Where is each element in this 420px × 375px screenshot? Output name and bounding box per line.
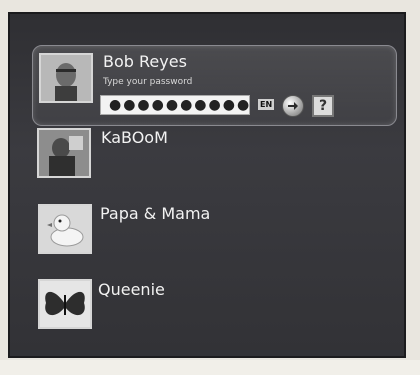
user-name-queenie[interactable]: Queenie — [98, 280, 165, 299]
password-hint: Type your password — [103, 77, 193, 87]
language-indicator[interactable]: EN — [258, 99, 275, 110]
help-button[interactable]: ? — [312, 95, 334, 117]
user-avatar-papa-mama[interactable] — [38, 204, 92, 254]
go-button[interactable] — [282, 95, 304, 117]
user-name-bob-reyes[interactable]: Bob Reyes — [103, 52, 187, 71]
user-avatar-kaboom[interactable] — [37, 128, 91, 178]
man-photo-icon — [41, 55, 91, 101]
user-avatar-bob-reyes[interactable] — [39, 53, 93, 103]
arrow-right-icon — [288, 102, 298, 110]
rubber-duck-icon — [40, 206, 90, 252]
child-photo-icon — [39, 130, 89, 176]
user-avatar-queenie[interactable] — [38, 279, 92, 329]
butterfly-icon — [40, 281, 90, 327]
user-name-kaboom[interactable]: KaBOoM — [101, 128, 168, 147]
user-name-papa-mama[interactable]: Papa & Mama — [100, 204, 210, 223]
password-input[interactable]: ●●●●●●●●●● — [100, 95, 250, 115]
bottom-strip — [0, 360, 420, 375]
